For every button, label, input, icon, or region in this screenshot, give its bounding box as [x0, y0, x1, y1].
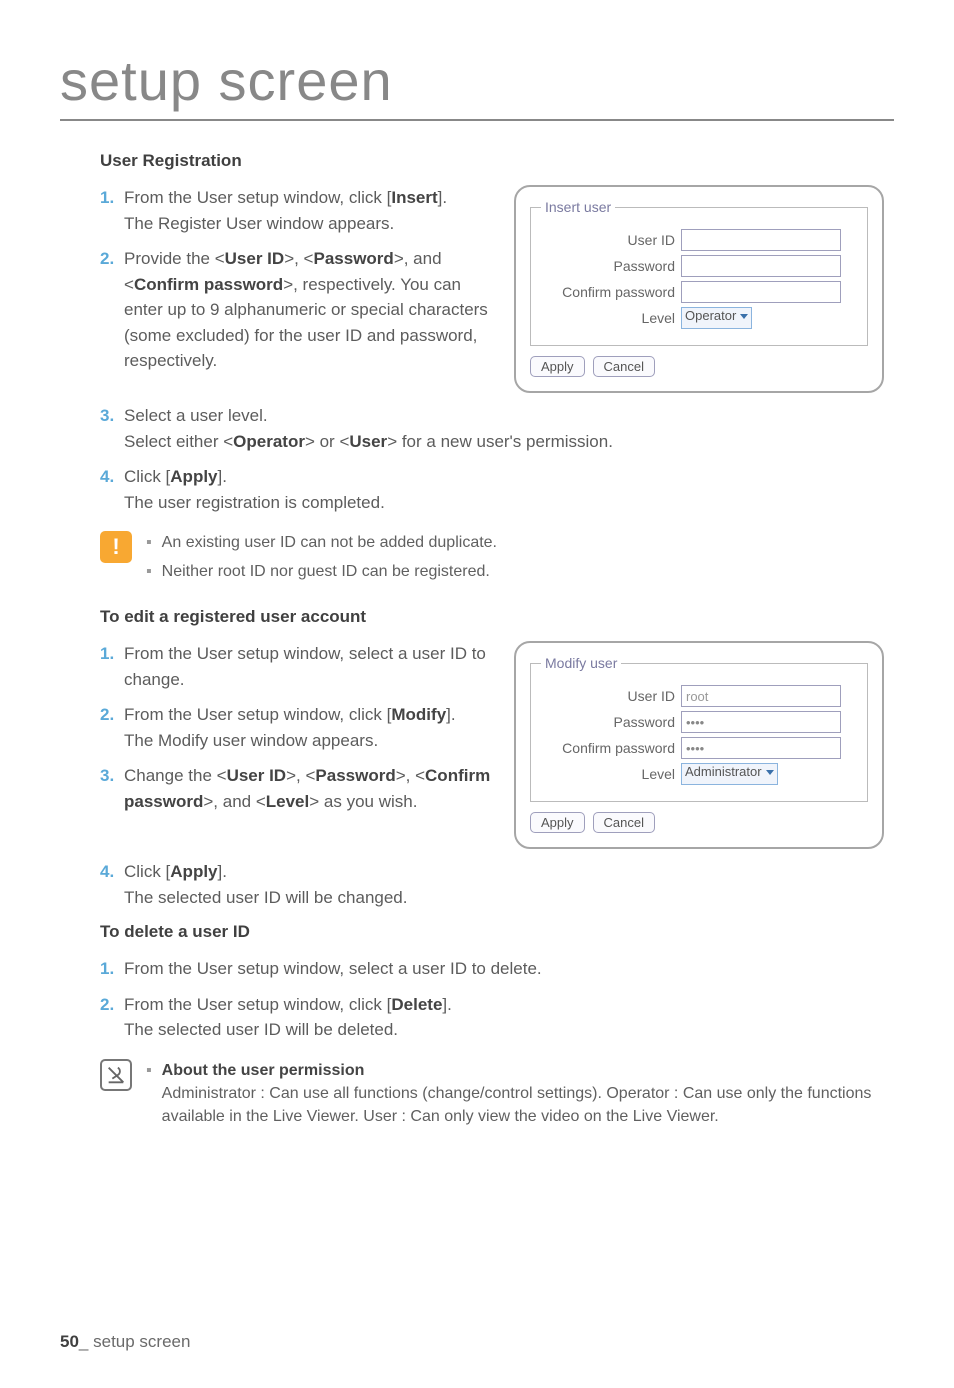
input-password[interactable] — [681, 255, 841, 277]
step-number: 4. — [100, 859, 124, 910]
insert-user-form: Insert user User ID Password Confirm pas… — [514, 185, 884, 393]
input-confirm-password[interactable] — [681, 281, 841, 303]
note-text: About the user permission Administrator … — [162, 1059, 884, 1129]
note-text: An existing user ID can not be added dup… — [162, 531, 497, 554]
apply-button[interactable]: Apply — [530, 812, 585, 833]
chevron-down-icon — [740, 314, 748, 319]
step-number: 2. — [100, 246, 124, 374]
page-footer: 50_ setup screen — [60, 1332, 190, 1352]
label-confirm-password: Confirm password — [541, 740, 681, 756]
label-password: Password — [541, 258, 681, 274]
label-user-id: User ID — [541, 688, 681, 704]
select-level[interactable]: Operator — [681, 307, 752, 329]
label-user-id: User ID — [541, 232, 681, 248]
bullet-icon: ▪ — [146, 1059, 152, 1129]
input-user-id[interactable] — [681, 229, 841, 251]
page-number: 50 — [60, 1332, 79, 1351]
step-text: Click [Apply]. The user registration is … — [124, 464, 884, 515]
heading-user-registration: User Registration — [100, 151, 884, 171]
step-text: From the User setup window, select a use… — [124, 641, 494, 692]
steps-user-registration: 1. From the User setup window, click [In… — [100, 185, 494, 374]
insert-user-fieldset: Insert user User ID Password Confirm pas… — [530, 199, 868, 346]
info-note: ▪ About the user permission Administrato… — [100, 1059, 884, 1135]
step-number: 1. — [100, 641, 124, 692]
modify-user-form: Modify user User ID Password Confirm pas… — [514, 641, 884, 849]
page-title: setup screen — [60, 48, 894, 121]
step-text: Provide the <User ID>, <Password>, and <… — [124, 246, 494, 374]
label-level: Level — [541, 766, 681, 782]
caution-icon: ! — [100, 531, 132, 563]
step-number: 2. — [100, 992, 124, 1043]
step-text: Click [Apply]. The selected user ID will… — [124, 859, 884, 910]
step-number: 2. — [100, 702, 124, 753]
note-text: Neither root ID nor guest ID can be regi… — [162, 560, 497, 583]
label-password: Password — [541, 714, 681, 730]
steps-delete-user: 1. From the User setup window, select a … — [100, 956, 884, 1043]
step-text: From the User setup window, click [Modif… — [124, 702, 494, 753]
heading-edit-user: To edit a registered user account — [100, 607, 884, 627]
label-confirm-password: Confirm password — [541, 284, 681, 300]
fieldset-legend: Modify user — [541, 655, 621, 671]
info-icon — [100, 1059, 132, 1091]
step-text: From the User setup window, click [Inser… — [124, 185, 494, 236]
apply-button[interactable]: Apply — [530, 356, 585, 377]
step-text: Change the <User ID>, <Password>, <Confi… — [124, 763, 494, 814]
heading-delete-user: To delete a user ID — [100, 922, 884, 942]
modify-user-fieldset: Modify user User ID Password Confirm pas… — [530, 655, 868, 802]
bullet-icon: ▪ — [146, 531, 152, 554]
footer-text: setup screen — [93, 1332, 190, 1351]
cancel-button[interactable]: Cancel — [593, 812, 655, 833]
input-confirm-password[interactable] — [681, 737, 841, 759]
input-password[interactable] — [681, 711, 841, 733]
step-number: 1. — [100, 185, 124, 236]
label-level: Level — [541, 310, 681, 326]
step-text: Select a user level. Select either <Oper… — [124, 403, 884, 454]
step-number: 1. — [100, 956, 124, 982]
caution-note: ! ▪ An existing user ID can not be added … — [100, 531, 884, 589]
bullet-icon: ▪ — [146, 560, 152, 583]
step-text: From the User setup window, click [Delet… — [124, 992, 884, 1043]
input-user-id — [681, 685, 841, 707]
steps-edit-user: 1. From the User setup window, select a … — [100, 641, 494, 814]
step-text: From the User setup window, select a use… — [124, 956, 884, 982]
chevron-down-icon — [766, 770, 774, 775]
select-level[interactable]: Administrator — [681, 763, 778, 785]
steps-edit-user-cont: 4. Click [Apply]. The selected user ID w… — [100, 859, 884, 910]
step-number: 4. — [100, 464, 124, 515]
step-number: 3. — [100, 403, 124, 454]
step-number: 3. — [100, 763, 124, 814]
fieldset-legend: Insert user — [541, 199, 615, 215]
cancel-button[interactable]: Cancel — [593, 356, 655, 377]
steps-user-registration-cont: 3. Select a user level. Select either <O… — [100, 403, 884, 515]
